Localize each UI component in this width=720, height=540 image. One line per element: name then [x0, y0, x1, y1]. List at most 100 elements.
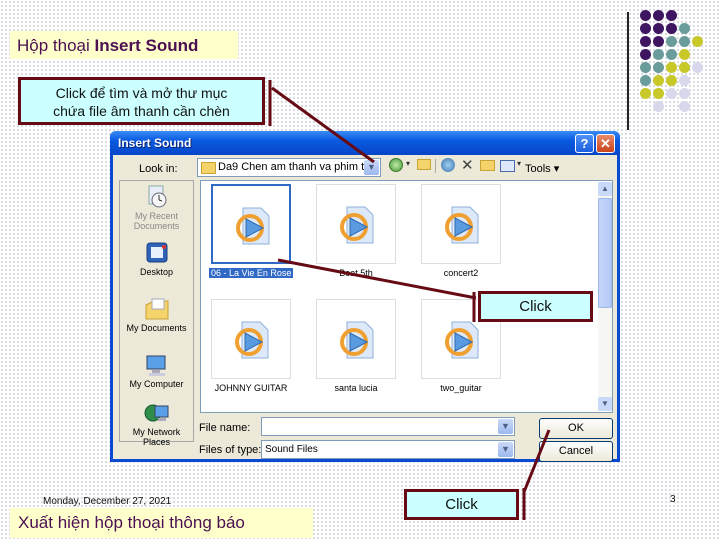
- decorative-dot: [653, 10, 664, 21]
- place-label: My Computer: [129, 379, 184, 389]
- views-icon[interactable]: [500, 160, 515, 172]
- decorative-dot: [679, 88, 690, 99]
- file-name: JOHNNY GUITAR: [214, 383, 288, 393]
- search-web-icon[interactable]: [441, 158, 455, 172]
- recent-documents-icon: [144, 185, 170, 209]
- decorative-dot: [640, 88, 651, 99]
- place-network-places[interactable]: My Network Places: [120, 401, 193, 447]
- decorative-dot: [640, 10, 651, 21]
- place-desktop[interactable]: Desktop: [120, 241, 193, 277]
- decorative-dot: [640, 62, 651, 73]
- callout-lookin-line2: chứa file âm thanh cần chèn: [53, 103, 230, 119]
- delete-icon[interactable]: ✕: [461, 156, 474, 174]
- callout-lookin-line1: Click để tìm và mở thư mục: [55, 85, 228, 101]
- ok-button[interactable]: OK: [539, 418, 613, 439]
- file-name: Beat 5th: [339, 268, 373, 278]
- place-my-documents[interactable]: My Documents: [120, 297, 193, 333]
- place-label: My Documents: [126, 323, 187, 333]
- back-arrow-icon[interactable]: [389, 158, 403, 172]
- places-bar: My Recent Documents Desktop My Documents…: [119, 180, 194, 447]
- file-name: 06 - La Vie En Rose: [209, 268, 294, 278]
- lookin-value: Da9 Chen am thanh va phim tro...: [218, 161, 381, 173]
- lookin-dropdown[interactable]: Da9 Chen am thanh va phim tro... ▼: [197, 158, 381, 177]
- decorative-dot: [666, 75, 677, 86]
- new-folder-icon[interactable]: [480, 160, 495, 171]
- decorative-line: [627, 12, 629, 130]
- desktop-icon: [144, 241, 170, 265]
- decorative-dot: [653, 23, 664, 34]
- files-of-type-dropdown[interactable]: Sound Files ▼: [261, 440, 515, 459]
- sound-file-icon: [340, 321, 374, 359]
- cancel-button[interactable]: Cancel: [539, 441, 613, 462]
- up-folder-icon[interactable]: [417, 159, 431, 170]
- network-places-icon: [144, 401, 170, 425]
- tools-label: Tools: [525, 163, 551, 175]
- decorative-dot: [679, 101, 690, 112]
- toolbar-separator: [435, 159, 436, 173]
- place-label: My Recent Documents: [133, 211, 180, 231]
- file-name: santa lucia: [334, 383, 378, 393]
- lookin-label: Look in:: [139, 163, 178, 175]
- views-dropdown-icon[interactable]: ▾: [517, 159, 521, 168]
- dialog-title: Insert Sound: [118, 136, 192, 150]
- file-tile[interactable]: santa lucia: [314, 299, 398, 393]
- sound-file-icon: [445, 206, 479, 244]
- decorative-dot: [653, 75, 664, 86]
- file-thumbnail: [211, 184, 291, 264]
- page-number: 3: [670, 494, 676, 505]
- decorative-dot: [653, 36, 664, 47]
- help-button[interactable]: ?: [575, 134, 594, 153]
- decorative-dot-grid: [640, 10, 720, 120]
- tools-menu[interactable]: Tools ▾: [525, 162, 559, 175]
- place-my-computer[interactable]: My Computer: [120, 353, 193, 389]
- my-computer-icon: [144, 353, 170, 377]
- close-button[interactable]: ✕: [596, 134, 615, 153]
- scroll-thumb[interactable]: [598, 198, 612, 308]
- decorative-dot: [653, 49, 664, 60]
- file-thumbnail: [421, 184, 501, 264]
- scroll-down-button[interactable]: ▼: [598, 397, 612, 411]
- decorative-dot: [653, 101, 664, 112]
- place-label: Desktop: [139, 267, 174, 277]
- slide-footer-title: Xuất hiện hộp thoại thông báo: [10, 508, 313, 538]
- file-tile[interactable]: 06 - La Vie En Rose: [209, 184, 294, 278]
- decorative-dot: [666, 23, 677, 34]
- chevron-down-icon[interactable]: ▼: [498, 442, 513, 457]
- slide-title-plain: Hộp thoại: [17, 36, 95, 55]
- place-recent-documents[interactable]: My Recent Documents: [120, 185, 193, 231]
- file-thumbnail: [211, 299, 291, 379]
- place-label: My Network Places: [132, 427, 181, 447]
- my-documents-icon: [144, 297, 170, 321]
- file-tile[interactable]: JOHNNY GUITAR: [209, 299, 293, 393]
- decorative-dot: [666, 36, 677, 47]
- file-tile[interactable]: Beat 5th: [314, 184, 398, 278]
- callout-ok-click: Click: [404, 489, 519, 520]
- decorative-dot: [666, 88, 677, 99]
- decorative-dot: [640, 75, 651, 86]
- file-name: two_guitar: [440, 383, 482, 393]
- vertical-scrollbar[interactable]: ▲ ▼: [598, 182, 612, 411]
- back-dropdown-icon[interactable]: ▾: [406, 159, 410, 168]
- decorative-dot: [666, 62, 677, 73]
- slide-title: Hộp thoại Insert Sound: [10, 31, 238, 59]
- dialog-titlebar[interactable]: Insert Sound ? ✕: [110, 131, 620, 155]
- decorative-dot: [666, 49, 677, 60]
- sound-file-icon: [236, 207, 270, 245]
- scroll-up-button[interactable]: ▲: [598, 182, 612, 196]
- chevron-down-icon[interactable]: ▼: [364, 160, 379, 175]
- decorative-dot: [679, 23, 690, 34]
- file-name-label: File name:: [199, 422, 251, 434]
- decorative-dot: [679, 49, 690, 60]
- decorative-dot: [692, 62, 703, 73]
- file-tile[interactable]: concert2: [419, 184, 503, 278]
- decorative-dot: [653, 88, 664, 99]
- decorative-dot: [640, 49, 651, 60]
- decorative-dot: [679, 36, 690, 47]
- file-thumbnail: [316, 299, 396, 379]
- decorative-dot: [692, 36, 703, 47]
- chevron-down-icon[interactable]: ▼: [498, 419, 513, 434]
- decorative-dot: [666, 10, 677, 21]
- files-of-type-label: Files of type:: [199, 444, 262, 456]
- file-name-input[interactable]: ▼: [261, 417, 515, 436]
- decorative-dot: [653, 62, 664, 73]
